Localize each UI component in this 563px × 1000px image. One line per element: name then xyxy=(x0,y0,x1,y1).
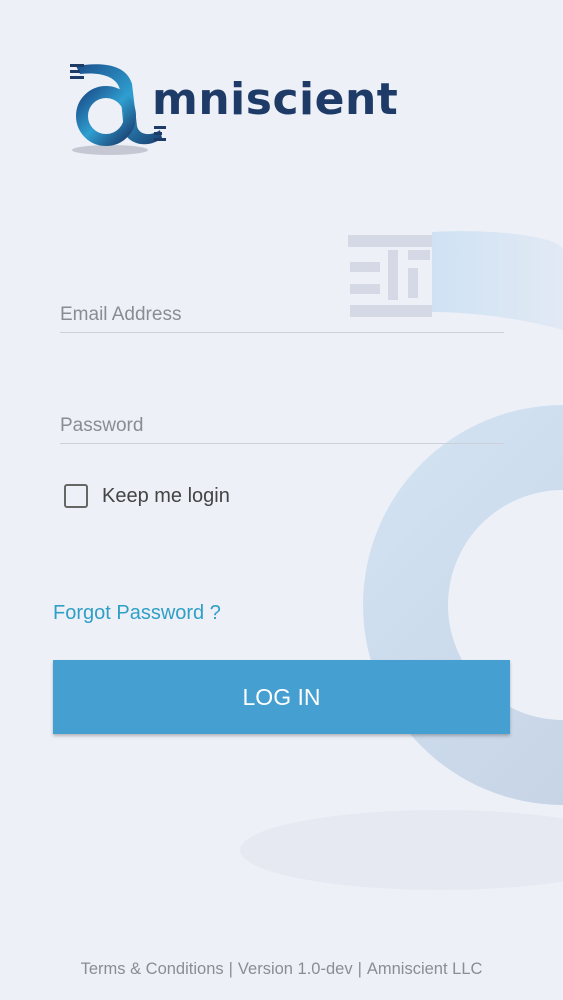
keep-login-label: Keep me login xyxy=(102,484,230,507)
terms-link[interactable]: Terms & Conditions xyxy=(81,960,224,978)
company-label: Amniscient LLC xyxy=(366,960,483,978)
password-field[interactable] xyxy=(60,409,504,444)
brand-wordmark: mniscient xyxy=(152,74,399,125)
login-button[interactable]: LOG IN xyxy=(53,660,510,734)
footer: Terms & Conditions | Version 1.0-dev | Amnis… xyxy=(80,960,483,978)
email-field[interactable] xyxy=(60,298,504,333)
keep-login-checkbox[interactable] xyxy=(64,484,88,508)
version-label: Version 1.0-dev xyxy=(237,960,353,978)
keep-login-row[interactable]: Keep me login xyxy=(64,484,230,508)
forgot-password-link[interactable]: Forgot Password ? xyxy=(53,602,221,625)
